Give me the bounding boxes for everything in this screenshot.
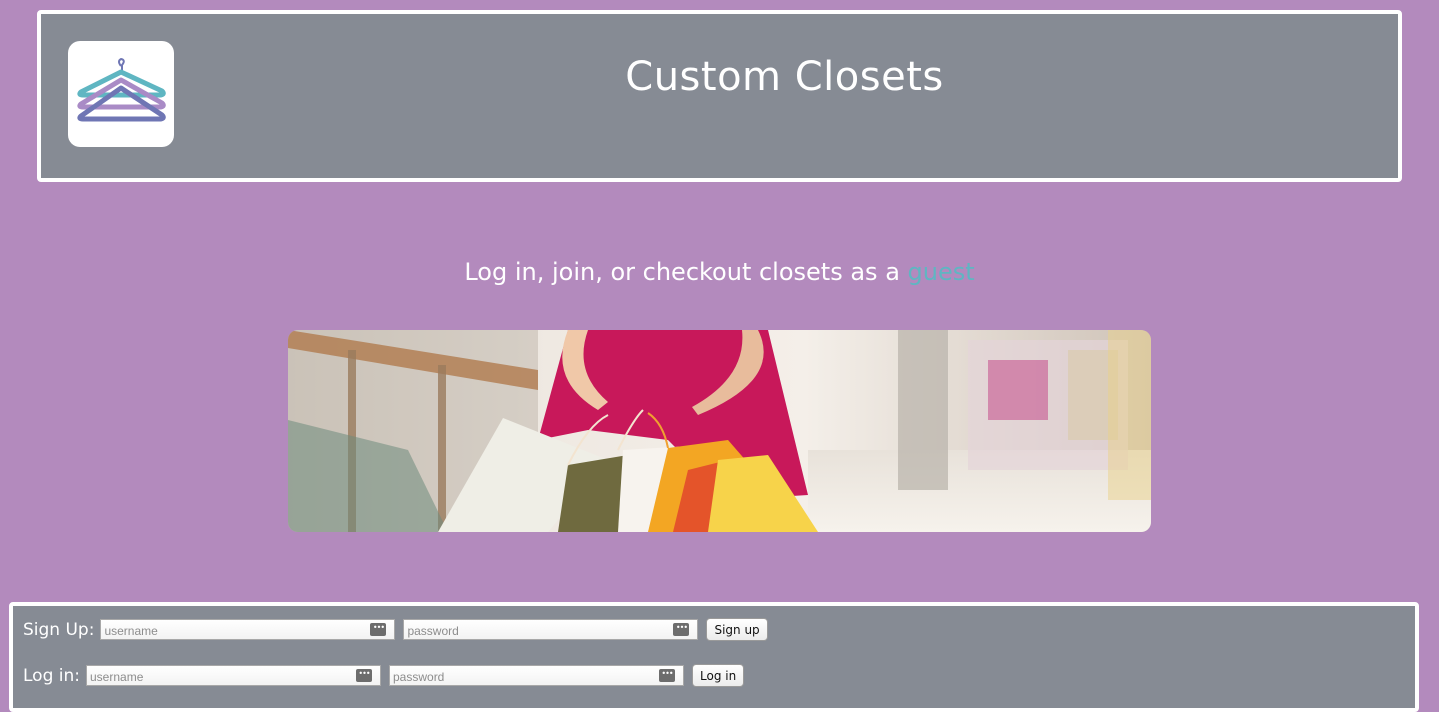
signup-password-field[interactable]: ••• — [403, 619, 699, 641]
password-manager-icon[interactable]: ••• — [673, 623, 690, 636]
intro-text-body: Log in, join, or checkout closets as a — [464, 258, 908, 286]
password-manager-icon[interactable]: ••• — [356, 669, 372, 682]
login-password-field[interactable]: ••• — [389, 665, 684, 687]
signup-username-input[interactable] — [101, 621, 395, 641]
login-password-input[interactable] — [390, 667, 683, 687]
password-manager-icon[interactable]: ••• — [370, 623, 387, 636]
shopping-bags-photo — [288, 330, 1151, 532]
login-label: Log in: — [23, 665, 80, 686]
guest-link[interactable]: guest — [908, 258, 975, 286]
login-username-field[interactable]: ••• — [86, 665, 381, 687]
auth-panel: Sign Up: ••• ••• Sign up Log in: ••• •••… — [9, 602, 1419, 712]
login-username-input[interactable] — [87, 667, 380, 687]
password-manager-icon[interactable]: ••• — [659, 669, 675, 682]
signup-row: Sign Up: ••• ••• Sign up — [23, 618, 768, 641]
intro-text: Log in, join, or checkout closets as a g… — [0, 258, 1439, 286]
login-row: Log in: ••• ••• Log in — [23, 664, 745, 687]
site-header: Custom Closets — [37, 10, 1402, 182]
login-button[interactable]: Log in — [692, 664, 745, 687]
site-title: Custom Closets — [625, 54, 944, 100]
hero-image — [288, 330, 1151, 532]
signup-label: Sign Up: — [23, 619, 95, 640]
signup-button[interactable]: Sign up — [706, 618, 768, 641]
signup-password-input[interactable] — [404, 621, 698, 641]
signup-username-field[interactable]: ••• — [100, 619, 396, 641]
